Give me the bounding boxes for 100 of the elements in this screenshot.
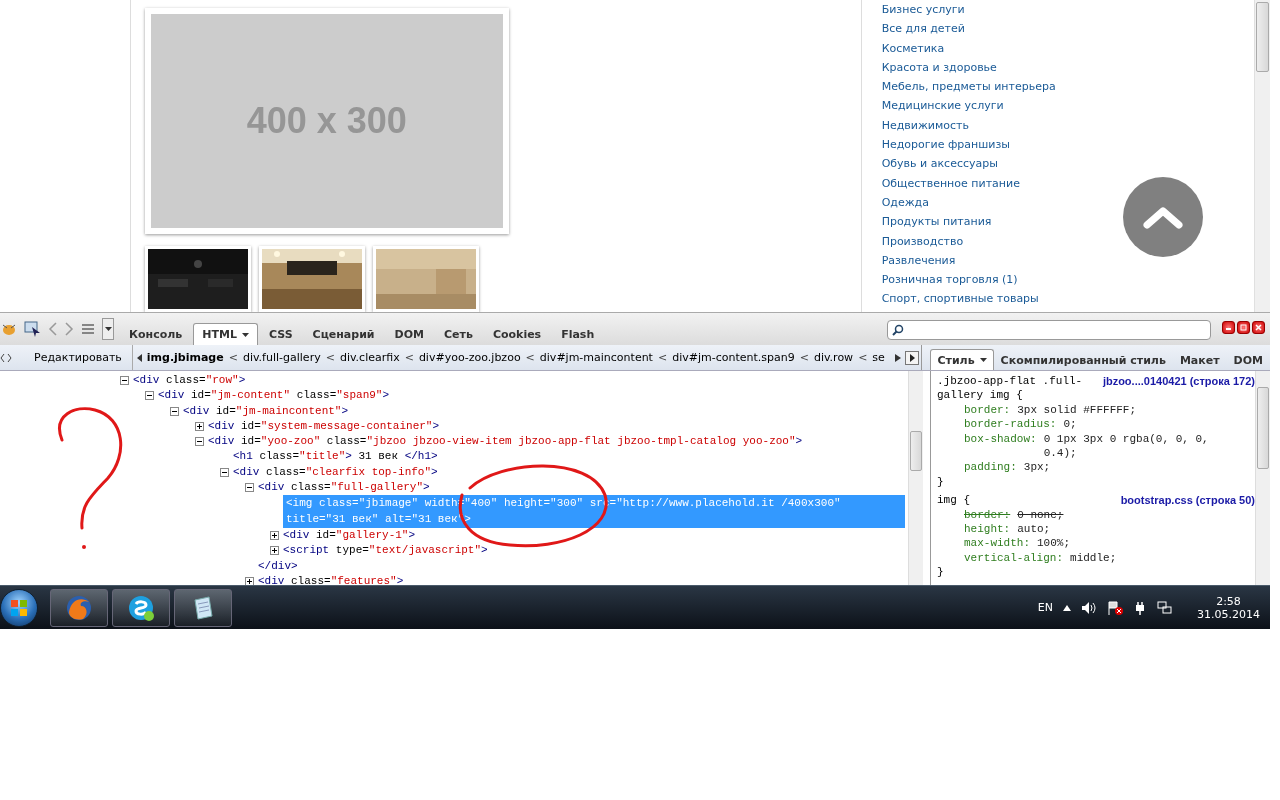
collapse-toggle-icon[interactable]	[145, 391, 154, 401]
category-link[interactable]: Одежда	[881, 192, 929, 213]
scroll-right-button-icon[interactable]	[905, 350, 920, 365]
css-property[interactable]: max-width:	[964, 536, 1030, 551]
category-link[interactable]: Медицинские услуги	[881, 96, 1004, 116]
language-indicator[interactable]: EN	[1037, 601, 1053, 614]
show-hidden-icons-icon[interactable]	[1063, 604, 1071, 611]
clock-time[interactable]: 2:58	[1216, 594, 1241, 608]
category-link[interactable]: Красота и здоровье	[881, 57, 997, 78]
html-node-line[interactable]: <div id="jm-maincontent">	[183, 403, 349, 419]
start-button[interactable]	[0, 588, 38, 627]
html-node-line[interactable]: <h1 class="title"> 31 век </h1>	[233, 449, 438, 465]
breadcrumb-link[interactable]: se	[872, 351, 885, 364]
breadcrumb-link[interactable]: div.row	[813, 351, 854, 364]
html-scrollbar[interactable]	[908, 371, 923, 585]
speaker-icon[interactable]	[1081, 600, 1097, 615]
breadcrumb-link[interactable]: div#yoo-zoo.jbzoo	[418, 351, 521, 364]
stylesheet-link[interactable]: jbzoo....0140421 (строка 172)	[1102, 374, 1255, 389]
css-value[interactable]: 3px;	[1023, 460, 1241, 475]
breadcrumb-link[interactable]: div#jm-content.span9	[672, 351, 795, 364]
css-value[interactable]: 3px solid #FFFFFF;	[1017, 402, 1241, 418]
code-brackets-icon[interactable]	[0, 352, 12, 363]
html-node-line[interactable]: <div id="yoo-zoo" class="jbzoo jbzoo-view-item jbzoo-app-flat jbzoo-tmpl-catalog yoo-zoo">	[208, 434, 803, 450]
power-plug-icon[interactable]	[1133, 600, 1147, 615]
expand-toggle-icon[interactable]	[195, 421, 204, 431]
detach-button[interactable]	[1237, 321, 1250, 334]
category-link[interactable]: Спорт, спортивные товары	[881, 289, 1039, 309]
html-node-line[interactable]: <div class="clearfix top-info">	[233, 464, 438, 481]
taskbar-app-button[interactable]	[112, 588, 170, 627]
panel-tab[interactable]: HTML	[193, 323, 258, 345]
breadcrumb-link[interactable]: div#jm-maincontent	[539, 351, 653, 364]
panel-tab[interactable]: Сценарий	[303, 323, 384, 345]
side-panel-tab[interactable]: Скомпилированный стиль	[993, 349, 1173, 370]
category-link[interactable]: Косметика	[881, 38, 945, 58]
category-link[interactable]: Все для детей	[881, 19, 965, 39]
panel-tab[interactable]: Сеть	[435, 323, 482, 345]
breadcrumb-link[interactable]: img.jbimage	[146, 351, 224, 364]
breadcrumb-link[interactable]: div.clearfix	[339, 351, 400, 364]
css-value[interactable]: middle;	[1070, 550, 1241, 566]
panel-tab[interactable]: Flash	[552, 323, 604, 345]
flag-alert-icon[interactable]	[1107, 600, 1123, 615]
css-value[interactable]: 0;	[1063, 417, 1241, 432]
edit-button[interactable]: Редактировать	[24, 345, 133, 370]
html-node-line[interactable]: <script type="text/javascript">	[283, 543, 488, 559]
network-icon[interactable]	[1157, 600, 1173, 615]
css-property[interactable]: box-shadow:	[964, 431, 1037, 447]
expand-toggle-icon[interactable]	[270, 546, 279, 556]
category-link[interactable]: Бизнес услуги	[881, 0, 965, 20]
collapse-toggle-icon[interactable]	[220, 467, 229, 477]
minimize-button[interactable]	[1222, 321, 1235, 334]
scroll-right-icon[interactable]	[895, 353, 902, 362]
category-link[interactable]: Обувь и аксессуары	[881, 154, 998, 174]
css-property[interactable]: border:	[964, 507, 1011, 523]
menu-dropdown-button[interactable]	[102, 318, 114, 340]
taskbar-app-button[interactable]	[50, 588, 108, 627]
css-property[interactable]: border:	[964, 402, 1011, 418]
collapse-toggle-icon[interactable]	[170, 406, 179, 416]
css-property[interactable]: border-radius:	[964, 417, 1057, 432]
css-value[interactable]: 100%;	[1037, 536, 1241, 551]
scroll-left-icon[interactable]	[136, 353, 143, 362]
list-icon[interactable]	[80, 321, 96, 337]
panel-tab[interactable]: Cookies	[483, 323, 551, 345]
css-property[interactable]: vertical-align:	[964, 550, 1064, 566]
stylesheet-link[interactable]: bootstrap.css (строка 50)	[1120, 493, 1255, 508]
inspect-icon[interactable]	[24, 321, 42, 337]
category-link[interactable]: Развлечения	[881, 250, 956, 271]
html-node-line[interactable]: <div class="full-gallery">	[258, 480, 430, 496]
category-link[interactable]: Производство	[881, 231, 964, 251]
collapse-toggle-icon[interactable]	[195, 437, 204, 447]
category-link[interactable]: Продукты питания	[881, 212, 992, 232]
collapse-toggle-icon[interactable]	[245, 483, 254, 493]
css-property[interactable]: height:	[964, 522, 1011, 537]
html-node-line[interactable]: </div>	[258, 558, 298, 574]
category-link[interactable]: Недвижимость	[881, 115, 969, 136]
css-value[interactable]: 0 1px 3px 0 rgba(0, 0, 0, 0.4);	[1043, 431, 1241, 461]
clock-date[interactable]: 31.05.2014	[1197, 607, 1260, 621]
html-node-line[interactable]: <div id="system-message-container">	[208, 418, 440, 435]
category-link[interactable]: Розничная торговля (1)	[881, 270, 1018, 290]
breadcrumb-link[interactable]: div.full-gallery	[242, 351, 321, 364]
search-field[interactable]	[887, 320, 1211, 340]
category-link[interactable]: Общественное питание	[881, 173, 1020, 193]
page-scrollbar[interactable]	[1254, 0, 1270, 312]
category-link[interactable]: Недорогие франшизы	[881, 135, 1010, 155]
collapse-toggle-icon[interactable]	[120, 376, 129, 385]
panel-tab[interactable]: Консоль	[120, 323, 192, 345]
side-panel-tab[interactable]: Макет	[1172, 349, 1227, 370]
css-value[interactable]: auto;	[1017, 522, 1241, 537]
expand-toggle-icon[interactable]	[270, 530, 279, 540]
taskbar-app-button[interactable]	[174, 588, 232, 627]
css-property[interactable]: padding:	[964, 460, 1017, 475]
side-panel-tab[interactable]: Стиль	[930, 349, 994, 370]
html-node-line[interactable]: <div class="row">	[133, 373, 246, 389]
html-node-line[interactable]: <div id="gallery-1">	[283, 527, 416, 544]
html-node-line[interactable]: <div class="features">	[258, 573, 404, 585]
html-node-line[interactable]: <div id="jm-content" class="span9">	[158, 388, 390, 404]
category-link[interactable]: Мебель, предметы интерьера	[881, 77, 1056, 97]
panel-tab[interactable]: DOM	[385, 323, 433, 345]
css-scrollbar[interactable]	[1255, 371, 1270, 585]
panel-tab[interactable]: CSS	[259, 323, 302, 345]
css-value[interactable]: 0 none;	[1017, 507, 1241, 523]
